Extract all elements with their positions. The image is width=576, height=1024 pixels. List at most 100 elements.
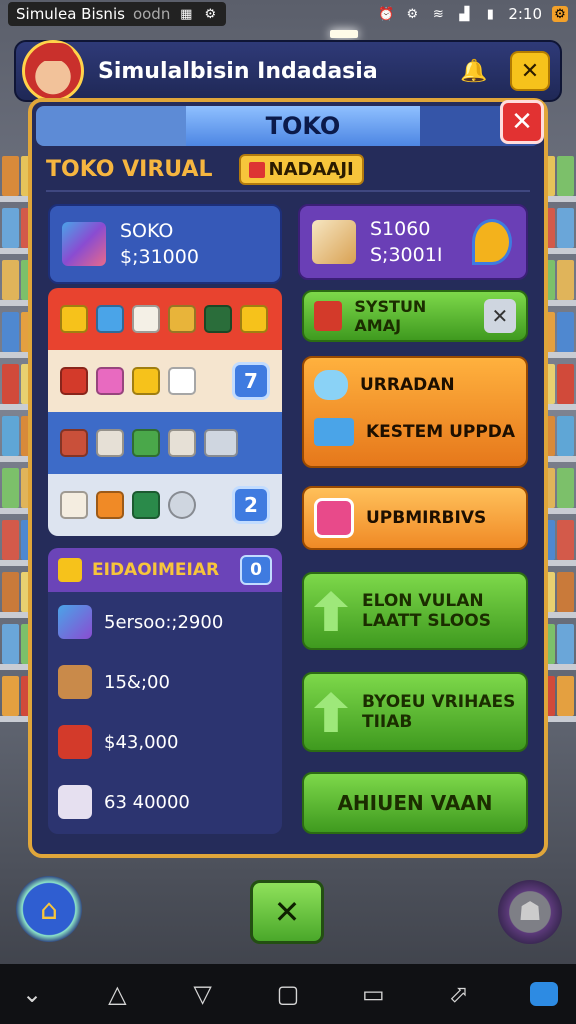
home-outline-icon[interactable]: △ [101,978,133,1010]
sales-card-title: S1060 [370,218,431,240]
tv-icon [132,305,160,333]
stock-card-value: $;31000 [120,246,199,268]
scale-icon [204,429,238,457]
settings-icon: ⚙ [204,6,217,22]
system-nav-bar: ⌄ △ ▽ ▢ ▭ ⬀ [0,964,576,1024]
inventory-list: EIDAOIMEIAR 0 5ersoo:;2900 15&;00 $43,00… [48,548,282,834]
upgrades-button[interactable]: UPBMIRBIVS [302,486,528,550]
status-time: 2:10 [508,5,542,23]
inventory-count-badge[interactable]: 0 [240,555,272,585]
system-button-label: SYSTUN AMAJ [354,297,427,335]
notification-bell-icon[interactable]: 🔔 [454,51,494,91]
tab-toko[interactable]: TOKO [186,106,420,146]
snack-icon [58,725,92,759]
bag-icon [60,367,88,395]
app-icon[interactable] [528,978,560,1010]
bottom-controls: ⌂ ✕ ☗ [0,876,576,946]
row-count-badge[interactable]: 7 [232,362,270,400]
recents-icon[interactable]: ▭ [357,978,389,1010]
bottle-icon [204,305,232,333]
cheese-icon [132,367,160,395]
close-button[interactable]: ✕ [500,100,544,144]
crate-icon [60,429,88,457]
new-stock-label-1: ELON VULAN [362,591,484,611]
triangle-down-icon[interactable]: ▽ [187,978,219,1010]
flag-icon [248,161,265,178]
tab-left[interactable] [36,106,186,146]
chevron-down-icon[interactable]: ⌄ [16,978,48,1010]
buy-label-1: BYOEU VRIHAES [362,692,516,712]
arrow-up-icon [314,591,348,631]
panel-subtitle: TOKO VIRUAL [46,157,213,182]
signal-icon: ▟ [459,6,470,22]
crate-icon [312,220,356,264]
jar-icon [96,305,124,333]
region-badge[interactable]: NADAAJI [238,154,364,185]
inventory-list-header: EIDAOIMEIAR 0 [48,548,282,592]
upgrade-button[interactable]: URRADAN KESTEM UPPDA [302,356,528,468]
circle-icon[interactable]: ▢ [272,978,304,1010]
product-row-1[interactable] [48,288,282,350]
tab-bar: TOKO [36,106,540,146]
list-item[interactable]: 5ersoo:;2900 [48,592,282,652]
ghost-button[interactable]: ☗ [498,880,562,944]
list-item[interactable]: $43,000 [48,712,282,772]
list-item[interactable]: 15&;00 [48,652,282,712]
plant-icon [132,429,160,457]
fridge-icon [168,429,196,457]
sales-card[interactable]: S1060 S;3001I [298,204,528,280]
stock-card-title: SOKO [120,220,174,242]
system-button[interactable]: SYSTUN AMAJ ✕ [302,290,528,342]
inventory-list-title: EIDAOIMEIAR [92,560,220,580]
row-count-badge[interactable]: 2 [232,486,270,524]
candy-icon [96,367,124,395]
stock-card[interactable]: SOKO $;31000 [48,204,282,284]
buy-button[interactable]: BYOEU VRIHAES TIIAB [302,672,528,752]
card-icon [132,491,160,519]
alarm-icon: ⏰ [378,6,395,22]
avatar[interactable] [22,40,84,102]
box-icon [60,491,88,519]
close-icon: ✕ [273,893,301,931]
game-header: Simulalbisin Indadasia 🔔 ✕ [14,40,562,102]
confirm-button[interactable]: AHIUEN VAAN [302,772,528,834]
upgrades-button-label: UPBMIRBIVS [366,508,487,528]
buy-label-2: TIIAB [362,712,413,732]
new-stock-button[interactable]: ELON VULAN LAATT SLOOS [302,572,528,650]
stamp-icon [96,491,124,519]
list-item-text: 5ersoo:;2900 [104,611,224,633]
coin-icon [240,305,268,333]
battery-icon: ▮ [486,6,494,22]
upgrade-label-1: URRADAN [360,375,455,395]
new-stock-label-2: LAATT SLOOS [362,611,491,631]
shop-panel: TOKO ✕ TOKO VIRUAL NADAAJI SOKO $;31000 … [28,98,548,858]
status-app-chip: Simulea Bisnis oodn ▦ ⚙ [8,2,227,26]
list-item-text: 63 40000 [104,791,190,813]
region-badge-label: NADAAJI [268,159,354,180]
toolbox-icon [314,301,343,331]
grid-icon: ▦ [180,6,193,22]
product-row-4[interactable]: 2 [48,474,282,536]
cube-icon [58,785,92,819]
settings-icon: ⚙ [406,6,419,22]
share-icon[interactable]: ⬀ [443,978,475,1010]
cloud-icon [314,370,348,400]
basket-icon [58,665,92,699]
tools-button[interactable]: ✕ [510,51,550,91]
cube-icon [62,222,106,266]
status-app-title: Simulea Bisnis [16,5,125,23]
sales-card-value: S;3001I [370,244,443,266]
product-row-3[interactable] [48,412,282,474]
box-icon [168,305,196,333]
arrow-up-icon [314,692,348,732]
box-icon [58,558,82,582]
register-icon [96,429,124,457]
panel-subheader: TOKO VIRUAL NADAAJI [46,154,364,185]
home-button[interactable]: ⌂ [16,876,82,942]
cancel-button[interactable]: ✕ [250,880,324,944]
list-item[interactable]: 63 40000 [48,772,282,832]
product-row-2[interactable]: 7 [48,350,282,412]
list-item-text: 15&;00 [104,671,170,693]
truck-icon [314,418,354,446]
home-icon: ⌂ [40,892,58,926]
